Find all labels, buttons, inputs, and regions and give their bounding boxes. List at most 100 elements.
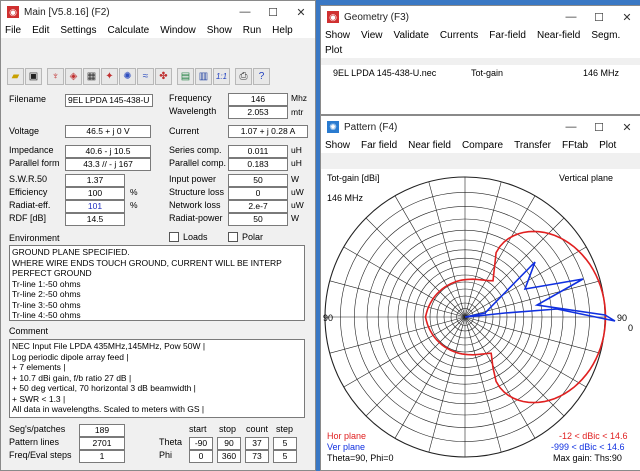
radiat-eff-unit: %: [130, 200, 138, 210]
pattern-angles: Theta=90, Phi=0: [327, 453, 394, 463]
menu-view[interactable]: View: [361, 28, 383, 43]
comment-line: Log periodic dipole array feed |: [12, 351, 129, 362]
filename-label: Filename: [9, 94, 47, 104]
comment-label: Comment: [9, 326, 49, 336]
menu-far-field[interactable]: Far field: [361, 138, 397, 153]
theta-count-field[interactable]: 37: [245, 437, 269, 450]
menu-plot[interactable]: Plot: [325, 43, 342, 58]
main-toolbar: ▰ ▣ ♆ ◈ ▦ ✦ ✺ ≈ ✤ ▤ ▥ 1:1 ⎙ ?: [7, 65, 271, 87]
menu-file[interactable]: File: [5, 23, 21, 38]
efficiency-label: Efficiency: [9, 187, 48, 197]
menu-near-field[interactable]: Near field: [408, 138, 451, 153]
rdf-field: 14.5: [65, 213, 125, 226]
wavelength-label: Wavelength: [169, 106, 217, 116]
pattern-canvas[interactable]: Tot-gain [dBi] Vertical plane 146 MHz 90…: [321, 169, 640, 470]
pattern-titlebar[interactable]: ✺ Pattern (F4) — ☐ ✕: [321, 116, 640, 138]
freq-sweep-icon[interactable]: ≈: [137, 67, 154, 85]
phi-count-field[interactable]: 73: [245, 450, 269, 463]
notes-icon[interactable]: ▥: [195, 67, 212, 85]
input-power-field[interactable]: 50: [228, 174, 288, 187]
geometry-canvas[interactable]: 9EL LPDA 145-438-U.nec Tot-gain 146 MHz: [321, 65, 640, 114]
close-icon[interactable]: ✕: [613, 11, 640, 24]
menu-validate[interactable]: Validate: [394, 28, 429, 43]
phi-step-field[interactable]: 5: [273, 450, 297, 463]
menu-plot[interactable]: Plot: [599, 138, 616, 153]
minimize-icon[interactable]: —: [557, 121, 585, 133]
antenna-3d-icon[interactable]: ◈: [65, 67, 82, 85]
geometry-window: ◉ Geometry (F3) — ☐ ✕ Show View Validate…: [320, 5, 640, 115]
radiat-eff-field: 101: [65, 200, 125, 213]
open-icon[interactable]: ▰: [7, 67, 24, 85]
pattern-window: ✺ Pattern (F4) — ☐ ✕ Show Far field Near…: [320, 115, 640, 471]
printer-icon[interactable]: ⎙: [235, 67, 252, 85]
pattern-icon[interactable]: ✺: [119, 67, 136, 85]
rdf-label: RDF [dB]: [9, 213, 47, 223]
menu-settings[interactable]: Settings: [60, 23, 96, 38]
close-icon[interactable]: ✕: [613, 121, 640, 134]
phi-stop-field[interactable]: 360: [217, 450, 241, 463]
menu-fftab[interactable]: FFtab: [562, 138, 588, 153]
run-icon[interactable]: ✦: [101, 67, 118, 85]
polar-grid-spoke: [464, 316, 502, 453]
minimize-icon[interactable]: —: [231, 6, 259, 18]
menu-calculate[interactable]: Calculate: [108, 23, 150, 38]
comment-box[interactable]: NEC Input File LPDA 435MHz,145MHz, Pow 5…: [9, 339, 305, 418]
menu-edit[interactable]: Edit: [32, 23, 49, 38]
pattern-gain-label: Tot-gain [dBi]: [327, 173, 380, 183]
angle-label-right: 90: [617, 313, 628, 323]
wavelength-field: 2.053: [228, 106, 288, 119]
menu-compare[interactable]: Compare: [462, 138, 503, 153]
impedance-field: 40.6 - j 10.5: [65, 145, 151, 158]
menu-help[interactable]: Help: [272, 23, 293, 38]
polar-plot: [324, 176, 616, 458]
geometry-titlebar[interactable]: ◉ Geometry (F3) — ☐ ✕: [321, 6, 640, 28]
maximize-icon[interactable]: ☐: [585, 11, 613, 24]
theta-start-field[interactable]: -90: [189, 437, 213, 450]
loads-checkbox[interactable]: Loads: [169, 232, 208, 242]
antenna-icon[interactable]: ♆: [47, 67, 64, 85]
minimize-icon[interactable]: —: [557, 11, 585, 23]
phi-start-field[interactable]: 0: [189, 450, 213, 463]
environment-box[interactable]: GROUND PLANE SPECIFIED. WHERE WIRE ENDS …: [9, 245, 305, 321]
theta-step-field[interactable]: 5: [273, 437, 297, 450]
parallel-form-label: Parallel form: [9, 158, 60, 168]
frequency-field[interactable]: 146: [228, 93, 288, 106]
optimize-icon[interactable]: ✤: [155, 67, 172, 85]
segs-label: Seg's/patches: [9, 424, 66, 434]
menu-transfer[interactable]: Transfer: [514, 138, 551, 153]
freq-steps-field: 1: [79, 450, 125, 463]
help-icon[interactable]: ?: [253, 67, 270, 85]
geometry-freq: 146 MHz: [583, 68, 620, 78]
polar-grid-spoke: [365, 217, 466, 318]
environment-label: Environment: [9, 233, 60, 243]
close-icon[interactable]: ✕: [287, 6, 315, 19]
menu-near-field[interactable]: Near-field: [537, 28, 580, 43]
menu-far-field[interactable]: Far-field: [489, 28, 526, 43]
maximize-icon[interactable]: ☐: [585, 121, 613, 134]
menu-show[interactable]: Show: [207, 23, 232, 38]
wavelength-unit: mtr: [291, 107, 304, 117]
menu-show[interactable]: Show: [325, 28, 350, 43]
voltage-label: Voltage: [9, 126, 40, 136]
ratio-icon[interactable]: 1:1: [213, 67, 230, 85]
menu-run[interactable]: Run: [243, 23, 261, 38]
frequency-unit: Mhz: [291, 93, 308, 103]
menu-show[interactable]: Show: [325, 138, 350, 153]
angle-label-right-zero: 0: [628, 323, 634, 333]
main-titlebar[interactable]: ◉ Main [V5.8.16] (F2) — ☐ ✕: [1, 1, 315, 23]
grid-icon[interactable]: ▦: [83, 67, 100, 85]
pattern-lines-field: 2701: [79, 437, 125, 450]
loads-check-box[interactable]: [169, 232, 179, 242]
pattern-title: Pattern (F4): [344, 121, 398, 133]
polar-check-box[interactable]: [228, 232, 238, 242]
menu-window[interactable]: Window: [160, 23, 196, 38]
polar-checkbox[interactable]: Polar: [228, 232, 263, 242]
comment-line: + SWR < 1.3 |: [12, 393, 66, 404]
filename-field[interactable]: 9EL LPDA 145-438-U: [65, 94, 153, 107]
calculator-icon[interactable]: ▤: [177, 67, 194, 85]
maximize-icon[interactable]: ☐: [259, 6, 287, 19]
menu-currents[interactable]: Currents: [440, 28, 478, 43]
save-icon[interactable]: ▣: [25, 67, 42, 85]
menu-segm[interactable]: Segm.: [591, 28, 620, 43]
theta-stop-field[interactable]: 90: [217, 437, 241, 450]
